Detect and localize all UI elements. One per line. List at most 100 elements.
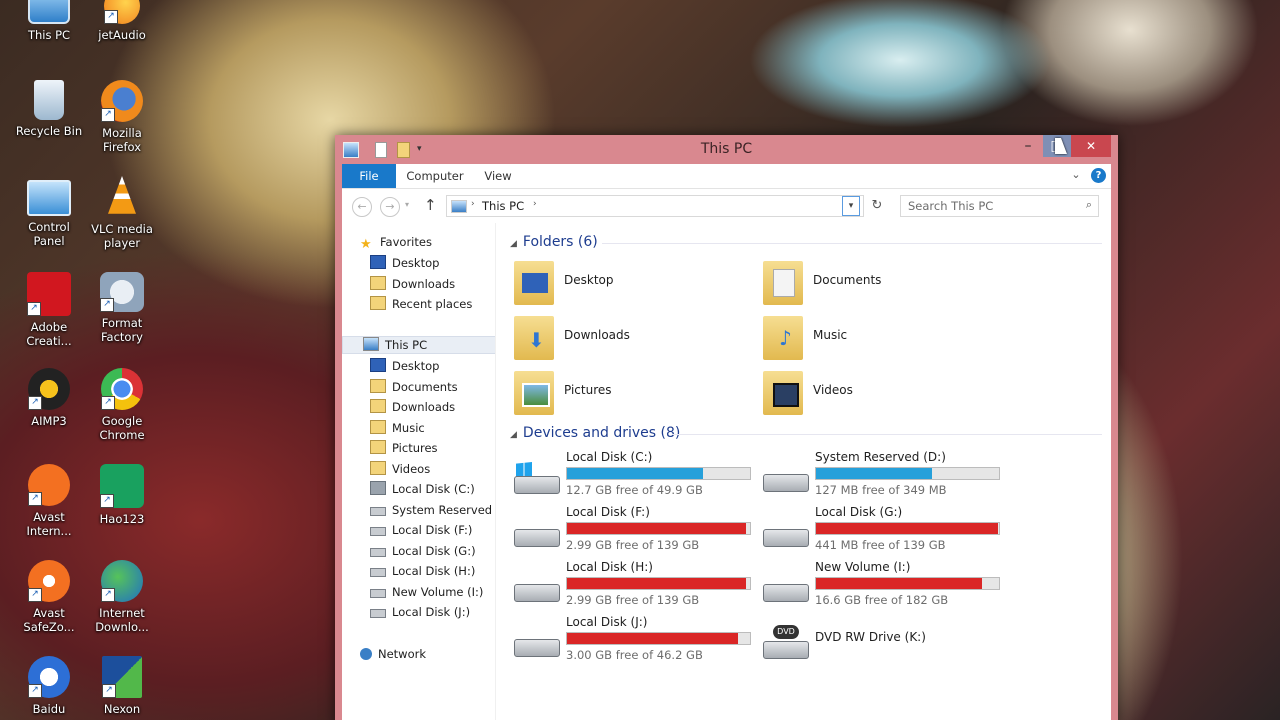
- desktop-icon-jetaudio[interactable]: ↗ jetAudio: [84, 0, 160, 42]
- desktop-icon-format-factory[interactable]: ↗ Format Factory: [84, 272, 160, 344]
- address-bar[interactable]: › This PC › ▾: [446, 195, 864, 217]
- desktop-icon-avast-safezone[interactable]: ↗ Avast SafeZo...: [11, 560, 87, 634]
- up-button[interactable]: ↑: [424, 196, 437, 214]
- nav-local-disk-g[interactable]: Local Disk (G:): [370, 542, 476, 560]
- address-location[interactable]: This PC: [482, 199, 524, 213]
- drive-item-c[interactable]: Local Disk (C:) 12.7 GB free of 49.9 GB: [514, 450, 754, 502]
- folder-item-downloads[interactable]: ⬇ Downloads: [514, 312, 754, 362]
- chevron-right-icon[interactable]: ›: [533, 199, 537, 209]
- drive-item-j[interactable]: Local Disk (J:) 3.00 GB free of 46.2 GB: [514, 615, 754, 667]
- drive-usage-fill: [567, 523, 746, 534]
- nav-favorites-recent[interactable]: Recent places: [370, 295, 472, 313]
- back-button[interactable]: ←: [352, 197, 372, 217]
- drive-icon: [370, 527, 386, 536]
- folder-item-documents[interactable]: Documents: [763, 257, 1003, 307]
- control-panel-icon: [27, 180, 71, 216]
- desktop-icon-idm[interactable]: ↗ Internet Downlo...: [84, 560, 160, 634]
- close-button[interactable]: ✕: [1071, 135, 1111, 157]
- drive-item-d[interactable]: System Reserved (D:) 127 MB free of 349 …: [763, 450, 1003, 502]
- nav-downloads[interactable]: Downloads: [370, 398, 455, 416]
- nav-desktop[interactable]: Desktop: [370, 357, 439, 375]
- ribbon-tabs: File Computer View ⌄ ?: [342, 164, 1111, 189]
- folder-item-pictures[interactable]: Pictures: [514, 367, 754, 417]
- drive-item-g[interactable]: Local Disk (G:) 441 MB free of 139 GB: [763, 505, 1003, 557]
- aimp3-icon: ↗: [28, 368, 70, 410]
- computer-icon: [28, 0, 70, 24]
- tab-file[interactable]: File: [342, 164, 396, 188]
- windows-drive-icon: [370, 481, 386, 495]
- nav-favorites[interactable]: ★ Favorites: [360, 233, 432, 251]
- nav-network[interactable]: Network: [360, 645, 426, 663]
- search-input[interactable]: Search This PC: [908, 199, 993, 213]
- nav-favorites-desktop[interactable]: Desktop: [370, 254, 439, 272]
- drive-item-f[interactable]: Local Disk (F:) 2.99 GB free of 139 GB: [514, 505, 754, 557]
- desktop-icon-vlc[interactable]: VLC media player: [84, 176, 160, 250]
- folder-item-music[interactable]: ♪ Music: [763, 312, 1003, 362]
- desktop-icon-this-pc[interactable]: This PC: [11, 0, 87, 42]
- desktop-icon-chrome[interactable]: ↗ Google Chrome: [84, 368, 160, 442]
- divider: [602, 243, 1102, 244]
- folder-item-desktop[interactable]: Desktop: [514, 257, 754, 307]
- desktop: This PC ↗ jetAudio Recycle Bin ↗ Mozilla…: [0, 0, 1280, 720]
- help-icon[interactable]: ?: [1091, 168, 1106, 183]
- folder-item-videos[interactable]: Videos: [763, 367, 1003, 417]
- tab-computer[interactable]: Computer: [404, 164, 466, 188]
- collapse-icon: ◢: [510, 239, 517, 249]
- address-dropdown-button[interactable]: ▾: [842, 196, 860, 216]
- drive-item-i[interactable]: New Volume (I:) 16.6 GB free of 182 GB: [763, 560, 1003, 612]
- desktop-icon-control-panel[interactable]: Control Panel: [11, 180, 87, 248]
- music-folder-icon: [370, 420, 386, 434]
- nav-system-reserved-d[interactable]: System Reserved (D:): [370, 501, 495, 519]
- documents-folder-icon: [370, 379, 386, 393]
- nav-favorites-downloads[interactable]: Downloads: [370, 275, 455, 293]
- drive-icon: [514, 517, 560, 551]
- drive-icon: [370, 548, 386, 557]
- nav-pictures[interactable]: Pictures: [370, 439, 438, 457]
- music-folder-icon: ♪: [763, 316, 803, 360]
- drive-usage-bar: [815, 467, 1000, 480]
- drive-usage-bar: [566, 632, 751, 645]
- desktop-icon-avast-internet[interactable]: ↗ Avast Intern...: [11, 464, 87, 538]
- hao123-icon: ↗: [100, 464, 144, 508]
- nav-music[interactable]: Music: [370, 419, 425, 437]
- nav-local-disk-f[interactable]: Local Disk (F:): [370, 521, 472, 539]
- nav-local-disk-j[interactable]: Local Disk (J:): [370, 603, 470, 621]
- nav-new-volume-i[interactable]: New Volume (I:): [370, 583, 483, 601]
- drive-usage-bar: [566, 522, 751, 535]
- desktop-icon-aimp3[interactable]: ↗ AIMP3: [11, 368, 87, 428]
- divider: [672, 434, 1102, 435]
- drives-group-header[interactable]: ◢ Devices and drives (8): [510, 423, 680, 443]
- desktop-icon-hao123[interactable]: ↗ Hao123: [84, 464, 160, 526]
- nav-this-pc[interactable]: This PC: [342, 336, 495, 354]
- drive-icon: [763, 572, 809, 606]
- nav-local-disk-h[interactable]: Local Disk (H:): [370, 562, 475, 580]
- nav-documents[interactable]: Documents: [370, 378, 458, 396]
- nav-videos[interactable]: Videos: [370, 460, 430, 478]
- videos-folder-icon: [370, 461, 386, 475]
- drive-icon: [763, 517, 809, 551]
- drive-item-k-dvd[interactable]: DVD DVD RW Drive (K:): [763, 615, 1003, 667]
- search-box[interactable]: Search This PC ⌕: [900, 195, 1099, 217]
- drive-icon: [370, 507, 386, 516]
- minimize-button[interactable]: –: [1013, 135, 1043, 157]
- desktop-icon-baidu[interactable]: ↗ Baidu: [11, 656, 87, 716]
- desktop-icon-recycle-bin[interactable]: Recycle Bin: [11, 80, 87, 138]
- folders-group-header[interactable]: ◢ Folders (6): [510, 232, 598, 252]
- tab-view[interactable]: View: [476, 164, 520, 188]
- network-icon: [360, 648, 372, 660]
- recent-places-icon: [370, 296, 386, 310]
- avast-icon: ↗: [28, 464, 70, 506]
- computer-icon: [363, 337, 379, 351]
- forward-button[interactable]: →: [380, 197, 400, 217]
- desktop-icon-nexon[interactable]: ↗ Nexon: [84, 656, 160, 716]
- title-bar[interactable]: ▾ This PC – □ ✕: [335, 135, 1118, 164]
- desktop-icon-firefox[interactable]: ↗ Mozilla Firefox: [84, 80, 160, 154]
- refresh-button[interactable]: ↻: [868, 197, 886, 215]
- dvd-drive-icon: DVD: [763, 625, 809, 661]
- drive-item-h[interactable]: Local Disk (H:) 2.99 GB free of 139 GB: [514, 560, 754, 612]
- recent-locations-icon[interactable]: ▾: [405, 200, 409, 209]
- expand-ribbon-icon[interactable]: ⌄: [1069, 168, 1083, 182]
- chevron-right-icon[interactable]: ›: [471, 199, 475, 209]
- desktop-icon-adobe-creative[interactable]: ↗ Adobe Creati...: [11, 272, 87, 348]
- nav-local-disk-c[interactable]: Local Disk (C:): [370, 480, 475, 498]
